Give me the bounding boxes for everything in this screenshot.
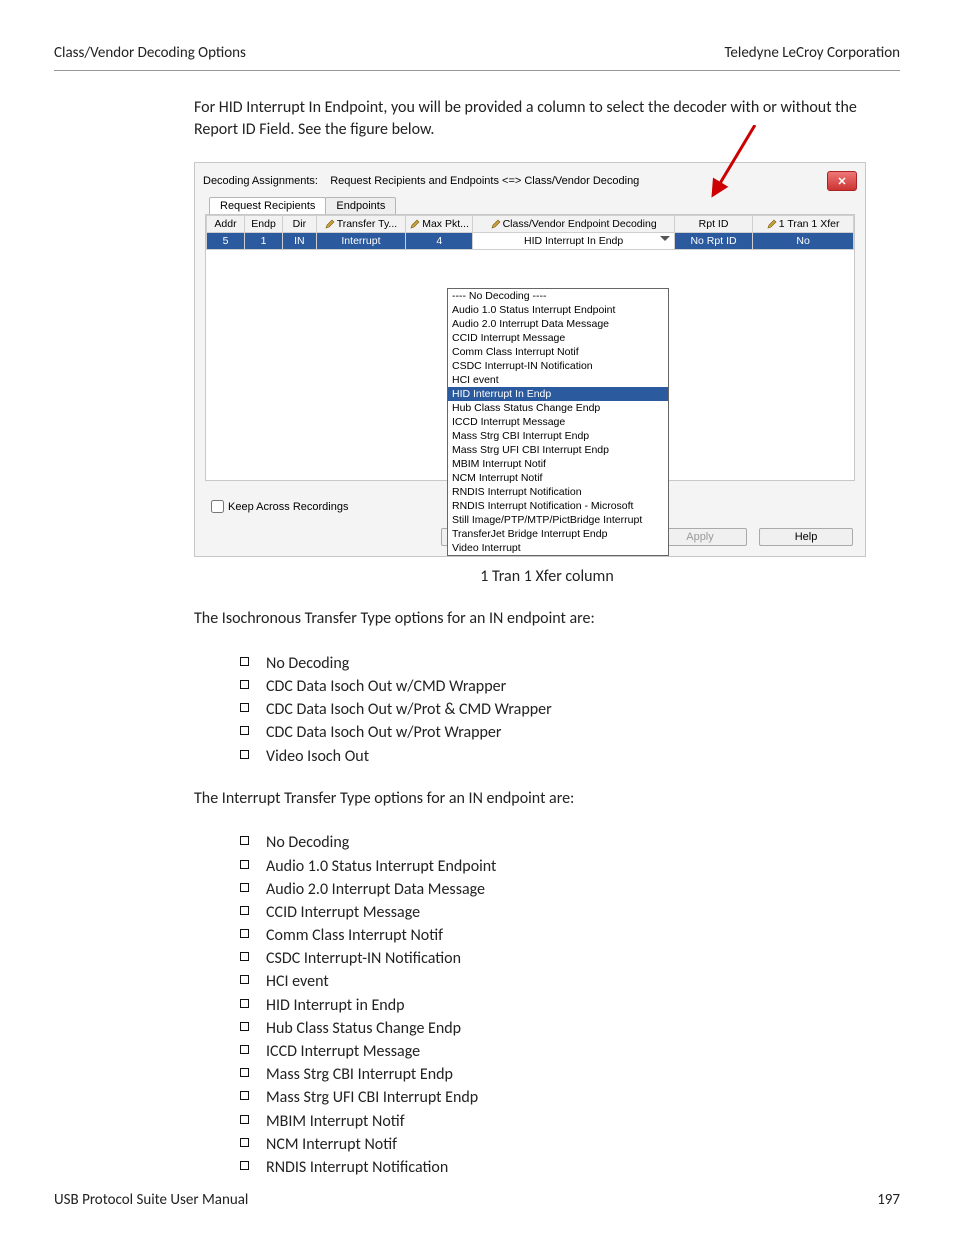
dropdown-item[interactable]: ---- No Decoding ---- (448, 289, 668, 303)
decoding-assignments-dialog: Decoding Assignments: Request Recipients… (194, 162, 866, 557)
figure-caption: 1 Tran 1 Xfer column (194, 567, 900, 586)
col-addr[interactable]: Addr (207, 216, 245, 233)
cell-dir: IN (283, 233, 317, 250)
list-item: CSDC Interrupt-IN Notification (238, 947, 900, 970)
cell-1tran1xfer: No (753, 233, 854, 250)
list-item: CCID Interrupt Message (238, 901, 900, 924)
header-left: Class/Vendor Decoding Options (54, 44, 246, 62)
col-1tran1xfer[interactable]: 1 Tran 1 Xfer (753, 216, 854, 233)
dropdown-item[interactable]: CSDC Interrupt-IN Notification (448, 359, 668, 373)
footer-page-number: 197 (877, 1191, 900, 1209)
col-dir[interactable]: Dir (283, 216, 317, 233)
col-endp[interactable]: Endp (245, 216, 283, 233)
footer-left: USB Protocol Suite User Manual (54, 1191, 248, 1209)
dropdown-item[interactable]: Hub Class Status Change Endp (448, 401, 668, 415)
interrupt-heading: The Interrupt Transfer Type options for … (194, 788, 900, 810)
dropdown-item[interactable]: Mass Strg CBI Interrupt Endp (448, 429, 668, 443)
dropdown-item[interactable]: HCI event (448, 373, 668, 387)
dropdown-item[interactable]: MBIM Interrupt Notif (448, 457, 668, 471)
cell-addr: 5 (207, 233, 245, 250)
help-button[interactable]: Help (759, 528, 853, 546)
close-button[interactable]: ✕ (827, 171, 857, 191)
decoding-dropdown-list[interactable]: ---- No Decoding ----Audio 1.0 Status In… (447, 288, 669, 556)
dropdown-item[interactable]: Audio 2.0 Interrupt Data Message (448, 317, 668, 331)
dropdown-item[interactable]: RNDIS Interrupt Notification - Microsoft (448, 499, 668, 513)
list-item: HID Interrupt in Endp (238, 994, 900, 1017)
list-item: Hub Class Status Change Endp (238, 1017, 900, 1040)
tab-request-recipients[interactable]: Request Recipients (209, 197, 326, 214)
isoch-options-list: No DecodingCDC Data Isoch Out w/CMD Wrap… (238, 652, 900, 768)
tab-endpoints[interactable]: Endpoints (325, 197, 396, 214)
col-transfer-type[interactable]: Transfer Ty... (316, 216, 406, 233)
isoch-heading: The Isochronous Transfer Type options fo… (194, 608, 900, 630)
dropdown-item[interactable]: CCID Interrupt Message (448, 331, 668, 345)
endpoints-table: Addr Endp Dir Transfer Ty... (206, 215, 854, 250)
list-item: ICCD Interrupt Message (238, 1040, 900, 1063)
col-rpt-id[interactable]: Rpt ID (674, 216, 752, 233)
cell-transfer-type: Interrupt (316, 233, 406, 250)
intro-paragraph: For HID Interrupt In Endpoint, you will … (194, 97, 900, 140)
keep-across-recordings-checkbox[interactable]: Keep Across Recordings (207, 501, 348, 513)
dropdown-item[interactable]: Audio 1.0 Status Interrupt Endpoint (448, 303, 668, 317)
interrupt-options-list: No DecodingAudio 1.0 Status Interrupt En… (238, 831, 900, 1179)
dropdown-item[interactable]: Mass Strg UFI CBI Interrupt Endp (448, 443, 668, 457)
pencil-icon (767, 219, 777, 229)
list-item: CDC Data Isoch Out w/Prot & CMD Wrapper (238, 698, 900, 721)
dialog-title: Decoding Assignments: Request Recipients… (203, 175, 639, 187)
list-item: Mass Strg CBI Interrupt Endp (238, 1063, 900, 1086)
list-item: CDC Data Isoch Out w/Prot Wrapper (238, 721, 900, 744)
list-item: Video Isoch Out (238, 745, 900, 768)
list-item: No Decoding (238, 831, 900, 854)
pencil-icon (410, 219, 420, 229)
dropdown-item[interactable]: Still Image/PTP/MTP/PictBridge Interrupt (448, 513, 668, 527)
dropdown-item[interactable]: ICCD Interrupt Message (448, 415, 668, 429)
list-item: Mass Strg UFI CBI Interrupt Endp (238, 1086, 900, 1109)
list-item: Audio 2.0 Interrupt Data Message (238, 878, 900, 901)
cell-max-pkt: 4 (406, 233, 473, 250)
list-item: RNDIS Interrupt Notification (238, 1156, 900, 1179)
list-item: MBIM Interrupt Notif (238, 1110, 900, 1133)
list-item: HCI event (238, 970, 900, 993)
dropdown-item[interactable]: RNDIS Interrupt Notification (448, 485, 668, 499)
dropdown-item[interactable]: HID Interrupt In Endp (448, 387, 668, 401)
dropdown-item[interactable]: TransferJet Bridge Interrupt Endp (448, 527, 668, 541)
list-item: Comm Class Interrupt Notif (238, 924, 900, 947)
col-decoding[interactable]: Class/Vendor Endpoint Decoding (473, 216, 674, 233)
cell-endp: 1 (245, 233, 283, 250)
cell-rpt-id: No Rpt ID (674, 233, 752, 250)
list-item: CDC Data Isoch Out w/CMD Wrapper (238, 675, 900, 698)
decoding-combobox[interactable]: HID Interrupt In Endp (473, 233, 674, 250)
pencil-icon (325, 219, 335, 229)
table-row[interactable]: 5 1 IN Interrupt 4 HID Interrupt In Endp… (207, 233, 854, 250)
header-right: Teledyne LeCroy Corporation (724, 44, 900, 62)
dropdown-item[interactable]: NCM Interrupt Notif (448, 471, 668, 485)
dropdown-item[interactable]: Video Interrupt (448, 541, 668, 555)
list-item: NCM Interrupt Notif (238, 1133, 900, 1156)
dropdown-item[interactable]: Comm Class Interrupt Notif (448, 345, 668, 359)
list-item: Audio 1.0 Status Interrupt Endpoint (238, 855, 900, 878)
pencil-icon (491, 219, 501, 229)
list-item: No Decoding (238, 652, 900, 675)
col-max-pkt[interactable]: Max Pkt... (406, 216, 473, 233)
